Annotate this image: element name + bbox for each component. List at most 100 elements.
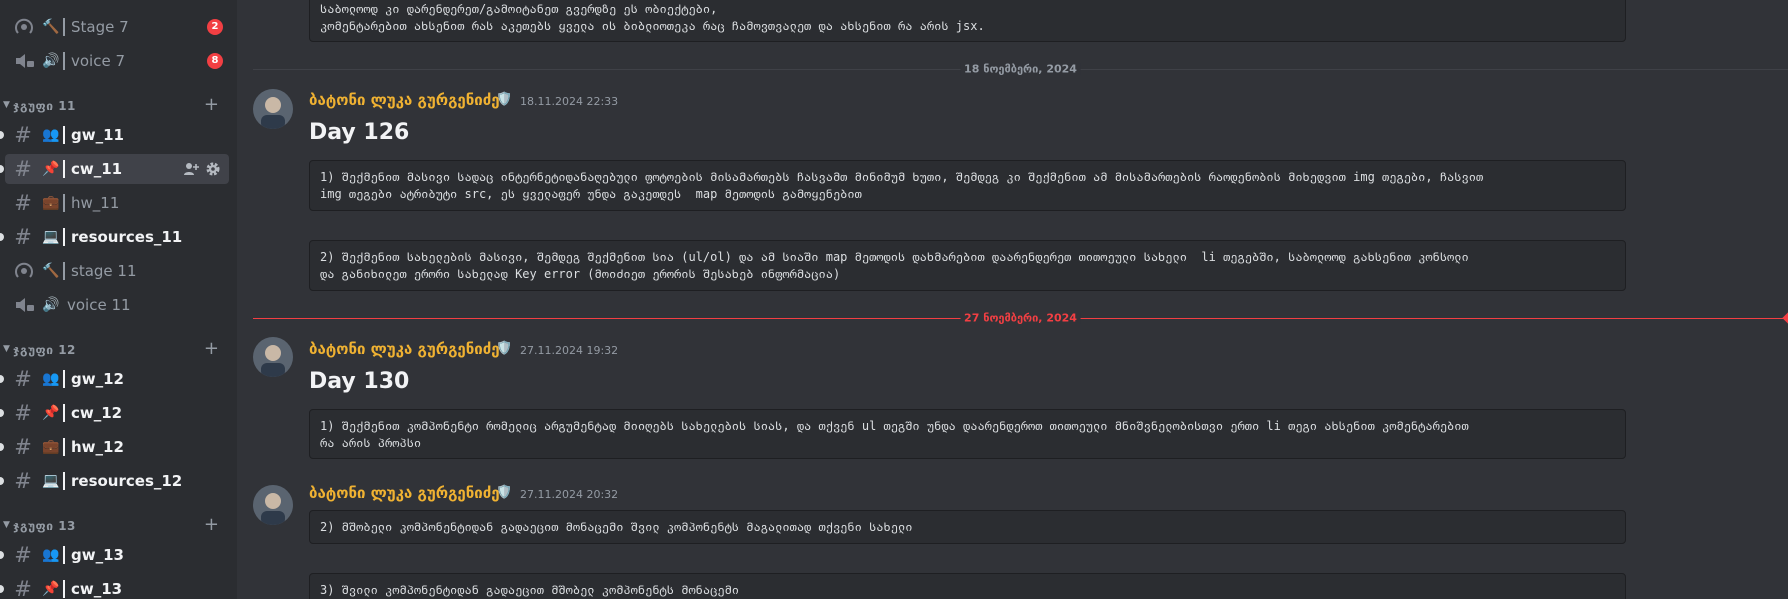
hash-icon: # [14, 367, 32, 391]
people-icon: 👥 [42, 127, 60, 143]
avatar-image [253, 89, 293, 129]
stage-icon [15, 18, 33, 34]
channel-separator [63, 228, 65, 246]
code-block: 1) შექმენით კომპონენტი რომელიც არგუმენტა… [309, 409, 1626, 459]
channel-label: voice 11 [67, 296, 131, 314]
add-channel-icon[interactable]: + [204, 338, 219, 359]
channel-separator [63, 18, 65, 36]
voice-locked-icon [16, 298, 34, 312]
hammer-icon: 🔨 [42, 19, 60, 35]
role-shield-icon: 🛡️ [496, 341, 513, 356]
category-label: ჯგუფი 13 [13, 519, 76, 533]
unread-indicator [0, 375, 4, 383]
avatar[interactable] [253, 485, 293, 525]
role-shield-icon: 🛡️ [496, 485, 513, 500]
unread-indicator [0, 131, 4, 139]
date-divider: 18 ნოემბერი, 2024 [253, 62, 1788, 76]
hammer-icon: 🔨 [42, 263, 60, 279]
message-author[interactable]: ბატონი ლუკა გურგენიძე [309, 91, 500, 109]
channel-separator [63, 52, 65, 70]
date-divider-label: 27 ნოემბერი, 2024 [960, 311, 1081, 325]
channel-resources-12[interactable]: # 💻 resources_12 [0, 466, 229, 496]
message-author[interactable]: ბატონი ლუკა გურგენიძე [309, 484, 500, 502]
channel-actions [183, 161, 221, 177]
channel-gw-11[interactable]: # 👥 gw_11 [0, 120, 229, 150]
channel-cw-11[interactable]: # 📌 cw_11 [0, 154, 229, 184]
channel-separator [63, 160, 65, 178]
briefcase-icon: 💼 [42, 439, 60, 455]
pin-icon: 📌 [42, 405, 60, 421]
hash-icon: # [14, 225, 32, 249]
channel-label: cw_11 [71, 160, 123, 178]
people-icon: 👥 [42, 371, 60, 387]
laptop-icon: 💻 [42, 473, 60, 489]
pin-icon: 📌 [42, 161, 60, 177]
avatar[interactable] [253, 337, 293, 377]
add-channel-icon[interactable]: + [204, 514, 219, 535]
code-block: 2) მშობელი კომპონენტიდან გადაეცით მონაცე… [309, 510, 1626, 544]
briefcase-icon: 💼 [42, 195, 60, 211]
channel-resources-11[interactable]: # 💻 resources_11 [0, 222, 229, 252]
chevron-down-icon: ▼ [3, 100, 10, 110]
avatar-image [253, 485, 293, 525]
channel-hw-11[interactable]: # 💼 hw_11 [5, 188, 229, 218]
channel-separator [63, 580, 65, 598]
voice-locked-icon [16, 54, 34, 68]
channel-separator [63, 438, 65, 456]
avatar[interactable] [253, 89, 293, 129]
channel-separator [63, 126, 65, 144]
people-icon: 👥 [42, 547, 60, 563]
channel-label: gw_12 [71, 370, 124, 388]
add-channel-icon[interactable]: + [204, 94, 219, 115]
channel-separator [63, 546, 65, 564]
channel-label: resources_11 [71, 228, 183, 246]
new-marker-icon [1782, 312, 1788, 324]
unread-indicator [0, 477, 4, 485]
code-block: 3) შვილი კომპონენტიდან გადაეცით მშობელ კ… [309, 573, 1626, 599]
channel-voice-11[interactable]: 🔊 voice 11 [5, 290, 229, 320]
unread-indicator [0, 233, 4, 241]
message-timestamp: 27.11.2024 19:32 [520, 344, 619, 357]
message-author[interactable]: ბატონი ლუკა გურგენიძე [309, 340, 500, 358]
message-timestamp: 18.11.2024 22:33 [520, 95, 619, 108]
category-group-12[interactable]: ▼ ჯგუფი 12 + [0, 338, 229, 360]
pin-icon: 📌 [42, 581, 60, 597]
code-block: საბოლოოდ კი დარენდერეთ/გამოიტანეთ გვერდზ… [309, 0, 1626, 42]
channel-label: hw_12 [71, 438, 124, 456]
hash-icon: # [14, 469, 32, 493]
message-heading: Day 126 [309, 120, 410, 145]
message-list: საბოლოოდ კი დარენდერეთ/გამოიტანეთ გვერდზ… [237, 0, 1788, 599]
message-timestamp: 27.11.2024 20:32 [520, 488, 619, 501]
channel-hw-12[interactable]: # 💼 hw_12 [0, 432, 229, 462]
category-label: ჯგუფი 11 [13, 99, 76, 113]
unread-indicator [0, 585, 4, 593]
channel-separator [63, 262, 65, 280]
channel-cw-13[interactable]: # 📌 cw_13 [0, 574, 229, 599]
channel-voice-7[interactable]: 🔊 voice 7 8 [5, 46, 229, 76]
invite-icon[interactable] [183, 161, 199, 177]
channel-label: Stage 7 [71, 18, 129, 36]
channel-stage-7[interactable]: 🔨 Stage 7 2 [5, 12, 229, 42]
hash-icon: # [14, 123, 32, 147]
channel-cw-12[interactable]: # 📌 cw_12 [0, 398, 229, 428]
channel-label: cw_13 [71, 580, 123, 598]
avatar-image [253, 337, 293, 377]
channel-label: stage 11 [71, 262, 137, 280]
channel-label: voice 7 [71, 52, 126, 70]
category-group-13[interactable]: ▼ ჯგუფი 13 + [0, 514, 229, 536]
chevron-down-icon: ▼ [3, 344, 10, 354]
channel-label: gw_11 [71, 126, 124, 144]
chevron-down-icon: ▼ [3, 520, 10, 530]
mention-badge: 8 [207, 53, 223, 69]
gear-icon[interactable] [205, 161, 221, 177]
hash-icon: # [14, 543, 32, 567]
channel-gw-13[interactable]: # 👥 gw_13 [0, 540, 229, 570]
speaker-icon: 🔊 [42, 53, 60, 69]
channel-separator [63, 194, 65, 212]
channel-separator [63, 370, 65, 388]
channel-gw-12[interactable]: # 👥 gw_12 [0, 364, 229, 394]
channel-stage-11[interactable]: 🔨 stage 11 [5, 256, 229, 286]
unread-indicator [0, 409, 4, 417]
new-messages-divider: 27 ნოემბერი, 2024 [253, 311, 1788, 325]
category-group-11[interactable]: ▼ ჯგუფი 11 + [0, 94, 229, 116]
